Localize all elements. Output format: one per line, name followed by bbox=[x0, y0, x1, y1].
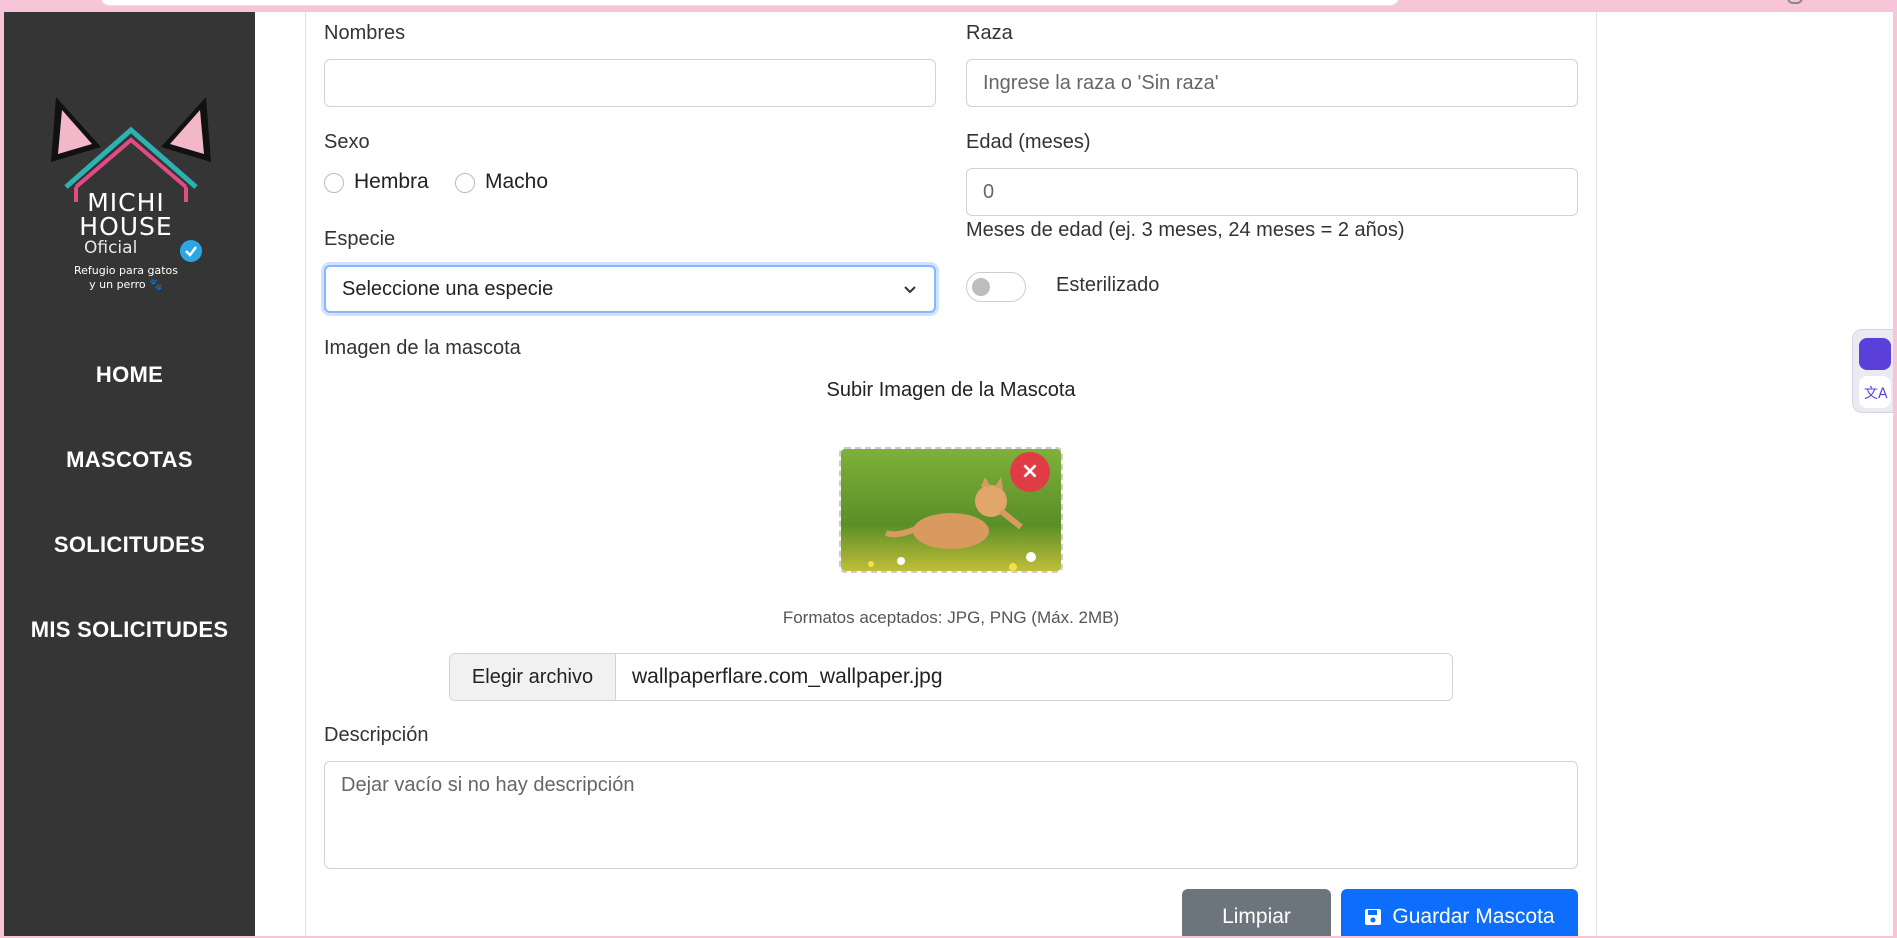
browser-extension-widget: 文A bbox=[1852, 329, 1894, 413]
nav-mascotas[interactable]: MASCOTAS bbox=[4, 447, 255, 473]
edad-label: Edad (meses) bbox=[966, 131, 1091, 153]
logo-tagline-2: y un perro 🐾 bbox=[89, 278, 163, 291]
svg-text:文A: 文A bbox=[1864, 386, 1888, 402]
upload-title: Subir Imagen de la Mascota bbox=[826, 379, 1076, 401]
nav-solicitudes[interactable]: SOLICITUDES bbox=[4, 532, 255, 558]
cart-icon[interactable] bbox=[1787, 0, 1803, 4]
especie-label: Especie bbox=[324, 228, 396, 250]
descripcion-textarea[interactable]: Dejar vacío si no hay descripción bbox=[324, 761, 1578, 869]
raza-input[interactable]: Ingrese la raza o 'Sin raza' bbox=[966, 59, 1578, 107]
edad-input[interactable]: 0 bbox=[966, 168, 1578, 216]
remove-image-button[interactable]: × bbox=[1010, 452, 1050, 492]
guardar-mascota-button[interactable]: Guardar Mascota bbox=[1341, 889, 1578, 936]
file-input[interactable]: Elegir archivo wallpaperflare.com_wallpa… bbox=[449, 653, 1453, 701]
verified-check-icon bbox=[180, 240, 202, 262]
logo-line-house: HOUSE bbox=[79, 212, 173, 241]
card-left-border bbox=[305, 12, 306, 936]
esterilizado-label: Esterilizado bbox=[1056, 274, 1160, 296]
save-icon bbox=[1365, 909, 1382, 925]
sexo-label: Sexo bbox=[324, 131, 370, 153]
translate-extension-icon[interactable]: 文A bbox=[1859, 376, 1891, 408]
formats-text: Formatos aceptados: JPG, PNG (Máx. 2MB) bbox=[782, 608, 1120, 627]
nav-home[interactable]: HOME bbox=[4, 362, 255, 388]
browser-address-bar bbox=[100, 0, 1400, 6]
card-right-border bbox=[1596, 12, 1597, 936]
imagen-label: Imagen de la mascota bbox=[324, 337, 521, 359]
radio-hembra-label[interactable]: Hembra bbox=[354, 170, 429, 194]
esterilizado-toggle[interactable] bbox=[966, 272, 1026, 302]
logo-line-oficial: Oficial bbox=[84, 238, 138, 258]
especie-select[interactable]: Seleccione una especie bbox=[324, 265, 936, 313]
descripcion-label: Descripción bbox=[324, 724, 429, 746]
especie-selected-value: Seleccione una especie bbox=[342, 277, 554, 300]
toggle-knob bbox=[972, 278, 990, 296]
radio-macho[interactable] bbox=[455, 173, 475, 193]
choose-file-button[interactable]: Elegir archivo bbox=[450, 654, 616, 700]
nav-mis-solicitudes[interactable]: MIS SOLICITUDES bbox=[4, 617, 255, 643]
michi-house-logo: MICHI HOUSE Oficial Refugio para gatos y… bbox=[36, 92, 226, 292]
logo-tagline-1: Refugio para gatos bbox=[73, 264, 178, 277]
guardar-mascota-label: Guardar Mascota bbox=[1392, 905, 1555, 928]
limpiar-button[interactable]: Limpiar bbox=[1182, 889, 1331, 936]
chevron-down-icon bbox=[904, 286, 916, 294]
edad-help-text: Meses de edad (ej. 3 meses, 24 meses = 2… bbox=[966, 219, 1405, 241]
nombres-input[interactable] bbox=[324, 59, 936, 107]
raza-label: Raza bbox=[966, 22, 1013, 44]
chat-extension-icon[interactable] bbox=[1859, 338, 1891, 370]
file-name: wallpaperflare.com_wallpaper.jpg bbox=[632, 665, 943, 688]
sidebar: MICHI HOUSE Oficial Refugio para gatos y… bbox=[4, 12, 255, 936]
radio-hembra[interactable] bbox=[324, 173, 344, 193]
radio-macho-label[interactable]: Macho bbox=[485, 170, 548, 194]
cat-house-logo-icon bbox=[51, 97, 211, 202]
nombres-label: Nombres bbox=[324, 22, 406, 44]
app-page: MICHI HOUSE Oficial Refugio para gatos y… bbox=[4, 12, 1893, 936]
